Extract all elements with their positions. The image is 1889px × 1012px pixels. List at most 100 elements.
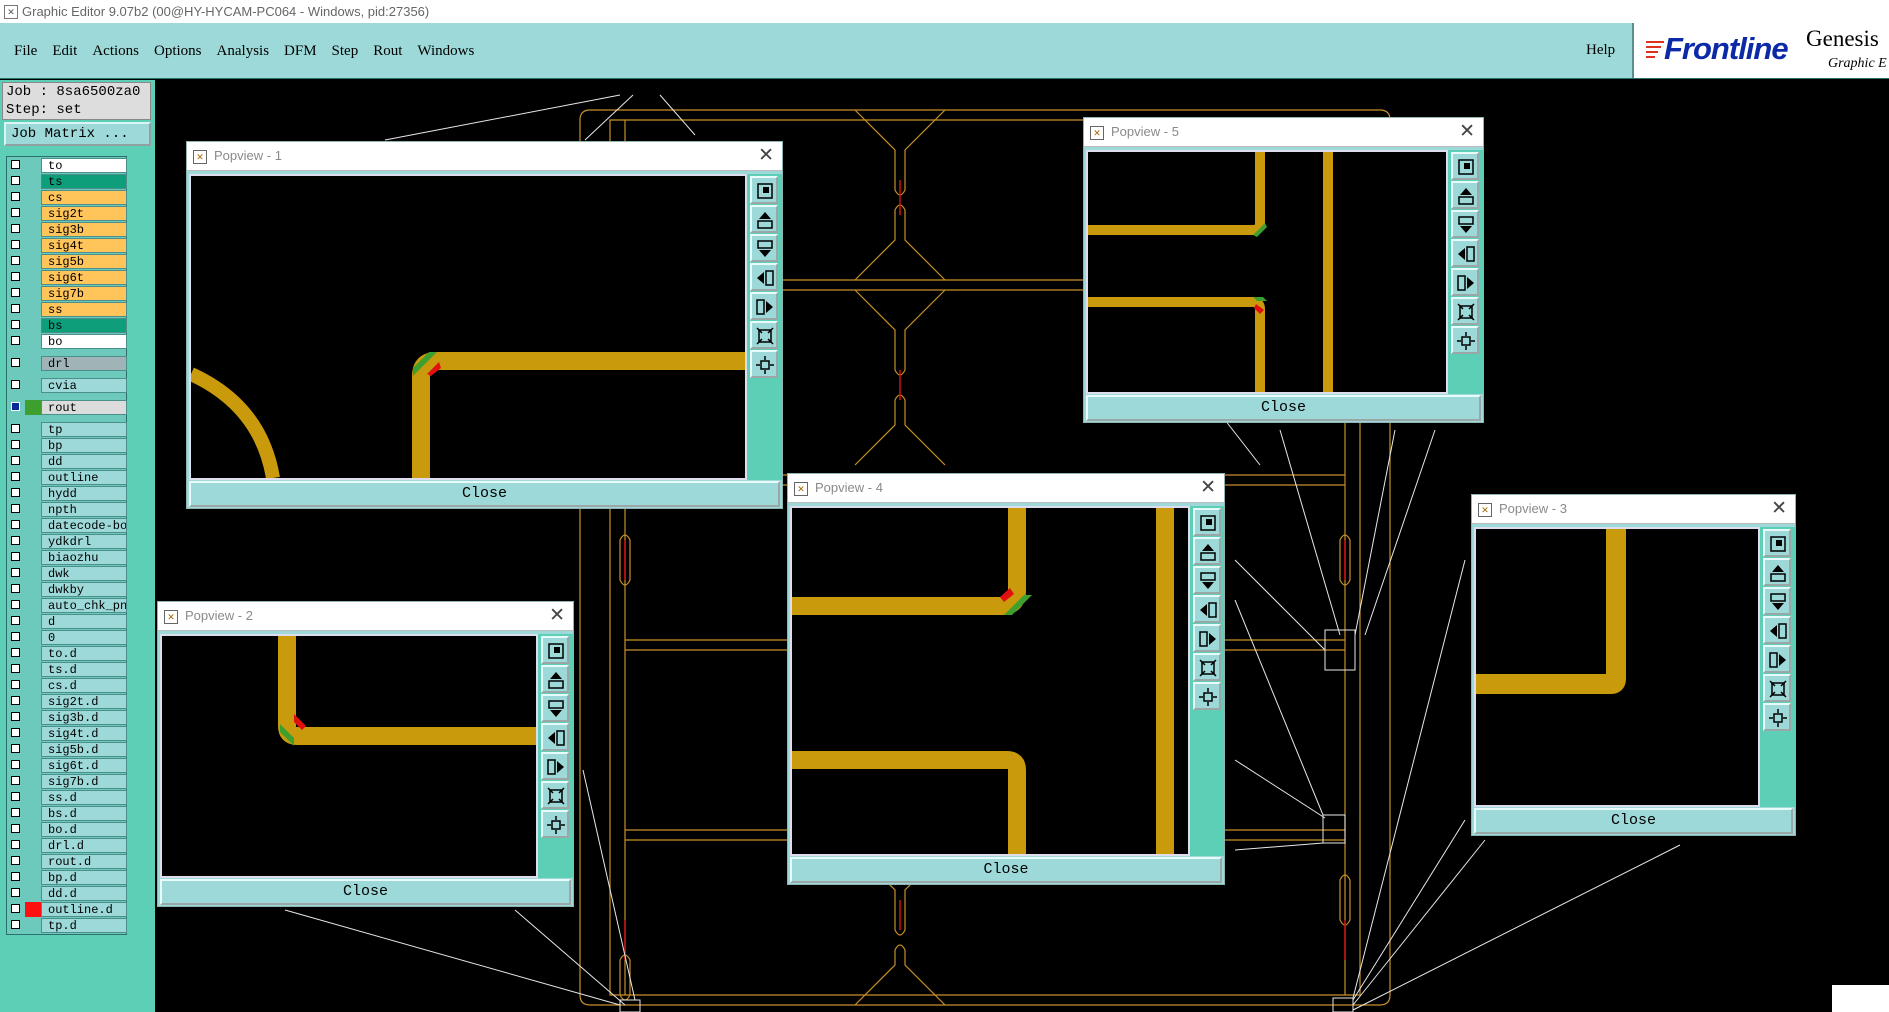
close-icon[interactable]: ✕ — [758, 144, 774, 167]
pan-right-button[interactable] — [1451, 268, 1479, 296]
fit-button[interactable] — [1193, 508, 1221, 536]
layer-row[interactable]: drl — [7, 356, 127, 371]
popview-header[interactable]: ✕ Popview - 4 ✕ — [788, 474, 1224, 503]
layer-checkbox[interactable] — [11, 424, 20, 433]
layer-checkbox[interactable] — [11, 272, 20, 281]
fit-button[interactable] — [1451, 152, 1479, 180]
menu-step[interactable]: Step — [332, 43, 359, 60]
layer-name[interactable]: cs.d — [41, 678, 127, 693]
layer-row[interactable]: to.d — [7, 646, 127, 661]
pan-right-button[interactable] — [750, 292, 778, 320]
layer-row[interactable]: bo.d — [7, 822, 127, 837]
fit-button[interactable] — [750, 176, 778, 204]
layer-name[interactable]: dwkby — [41, 582, 127, 597]
layer-name[interactable]: ts.d — [41, 662, 127, 677]
popview-viewport[interactable] — [790, 506, 1190, 856]
job-matrix-button[interactable]: Job Matrix ... — [4, 122, 151, 146]
zoom-in-button[interactable] — [750, 321, 778, 349]
layer-row[interactable]: sig7b — [7, 286, 127, 301]
menu-options[interactable]: Options — [154, 43, 202, 60]
pan-up-button[interactable] — [750, 205, 778, 233]
layer-name[interactable]: sig4t.d — [41, 726, 127, 741]
layer-checkbox[interactable] — [11, 920, 20, 929]
popview-viewport[interactable] — [189, 174, 747, 480]
layer-name[interactable]: sig6t — [41, 270, 127, 285]
zoom-out-button[interactable] — [1763, 703, 1791, 731]
pan-left-button[interactable] — [750, 263, 778, 291]
layer-name[interactable]: sig5b.d — [41, 742, 127, 757]
layer-name[interactable]: sig4t — [41, 238, 127, 253]
menu-file[interactable]: File — [14, 43, 37, 60]
layer-row[interactable]: sig6t.d — [7, 758, 127, 773]
pan-up-button[interactable] — [1193, 537, 1221, 565]
fit-button[interactable] — [1763, 529, 1791, 557]
close-icon[interactable]: ✕ — [1459, 120, 1475, 143]
layer-row[interactable]: tp — [7, 422, 127, 437]
layer-checkbox[interactable] — [11, 402, 20, 411]
layer-checkbox[interactable] — [11, 712, 20, 721]
layer-checkbox[interactable] — [11, 824, 20, 833]
close-icon[interactable]: ✕ — [549, 604, 565, 627]
layer-row[interactable]: sig7b.d — [7, 774, 127, 789]
pan-right-button[interactable] — [1193, 624, 1221, 652]
popview-1-window[interactable]: ✕ Popview - 1 ✕ Close — [186, 141, 783, 509]
zoom-out-button[interactable] — [750, 350, 778, 378]
layer-row[interactable]: 0 — [7, 630, 127, 645]
layer-name[interactable]: tp — [41, 422, 127, 437]
layer-checkbox[interactable] — [11, 208, 20, 217]
layer-name[interactable]: to.d — [41, 646, 127, 661]
layer-name[interactable]: auto_chk_pn — [41, 598, 127, 613]
layer-row[interactable]: bp — [7, 438, 127, 453]
zoom-in-button[interactable] — [1193, 653, 1221, 681]
layer-checkbox[interactable] — [11, 776, 20, 785]
layer-checkbox[interactable] — [11, 456, 20, 465]
layer-row[interactable]: d — [7, 614, 127, 629]
layer-checkbox[interactable] — [11, 696, 20, 705]
pan-left-button[interactable] — [541, 723, 569, 751]
layer-checkbox[interactable] — [11, 520, 20, 529]
layer-checkbox[interactable] — [11, 584, 20, 593]
fit-button[interactable] — [541, 636, 569, 664]
popview-viewport[interactable] — [160, 634, 538, 878]
layer-name[interactable]: bp.d — [41, 870, 127, 885]
layer-name[interactable]: dwk — [41, 566, 127, 581]
layer-name[interactable]: rout.d — [41, 854, 127, 869]
layer-checkbox[interactable] — [11, 568, 20, 577]
layer-row[interactable]: ydkdrl — [7, 534, 127, 549]
layer-row[interactable]: sig4t.d — [7, 726, 127, 741]
layer-name[interactable]: bs.d — [41, 806, 127, 821]
layer-row[interactable]: ts.d — [7, 662, 127, 677]
layer-row[interactable]: bs.d — [7, 806, 127, 821]
layer-row[interactable]: tp.d — [7, 918, 127, 933]
layer-row[interactable]: biaozhu — [7, 550, 127, 565]
layer-name[interactable]: bo.d — [41, 822, 127, 837]
close-button[interactable]: Close — [1474, 808, 1793, 834]
layer-checkbox[interactable] — [11, 872, 20, 881]
layer-row[interactable]: sig3b — [7, 222, 127, 237]
layer-checkbox[interactable] — [11, 488, 20, 497]
layer-checkbox[interactable] — [11, 760, 20, 769]
layer-checkbox[interactable] — [11, 792, 20, 801]
pan-left-button[interactable] — [1763, 616, 1791, 644]
layer-checkbox[interactable] — [11, 380, 20, 389]
menu-windows[interactable]: Windows — [417, 43, 474, 60]
layer-checkbox[interactable] — [11, 904, 20, 913]
popview-3-window[interactable]: ✕ Popview - 3 ✕ Close — [1471, 494, 1796, 836]
layer-row[interactable]: sig3b.d — [7, 710, 127, 725]
layer-row[interactable]: rout.d — [7, 854, 127, 869]
layer-checkbox[interactable] — [11, 840, 20, 849]
pan-down-button[interactable] — [750, 234, 778, 262]
layer-row[interactable]: sig5b — [7, 254, 127, 269]
layer-checkbox[interactable] — [11, 536, 20, 545]
menu-edit[interactable]: Edit — [52, 43, 77, 60]
layer-row[interactable]: ss.d — [7, 790, 127, 805]
layer-checkbox[interactable] — [11, 192, 20, 201]
popview-4-window[interactable]: ✕ Popview - 4 ✕ Close — [787, 473, 1225, 885]
menu-analysis[interactable]: Analysis — [217, 43, 270, 60]
layer-row[interactable]: sig6t — [7, 270, 127, 285]
pan-right-button[interactable] — [541, 752, 569, 780]
layer-name[interactable]: drl — [41, 356, 127, 371]
zoom-out-button[interactable] — [1451, 326, 1479, 354]
layer-checkbox[interactable] — [11, 160, 20, 169]
layer-checkbox[interactable] — [11, 552, 20, 561]
